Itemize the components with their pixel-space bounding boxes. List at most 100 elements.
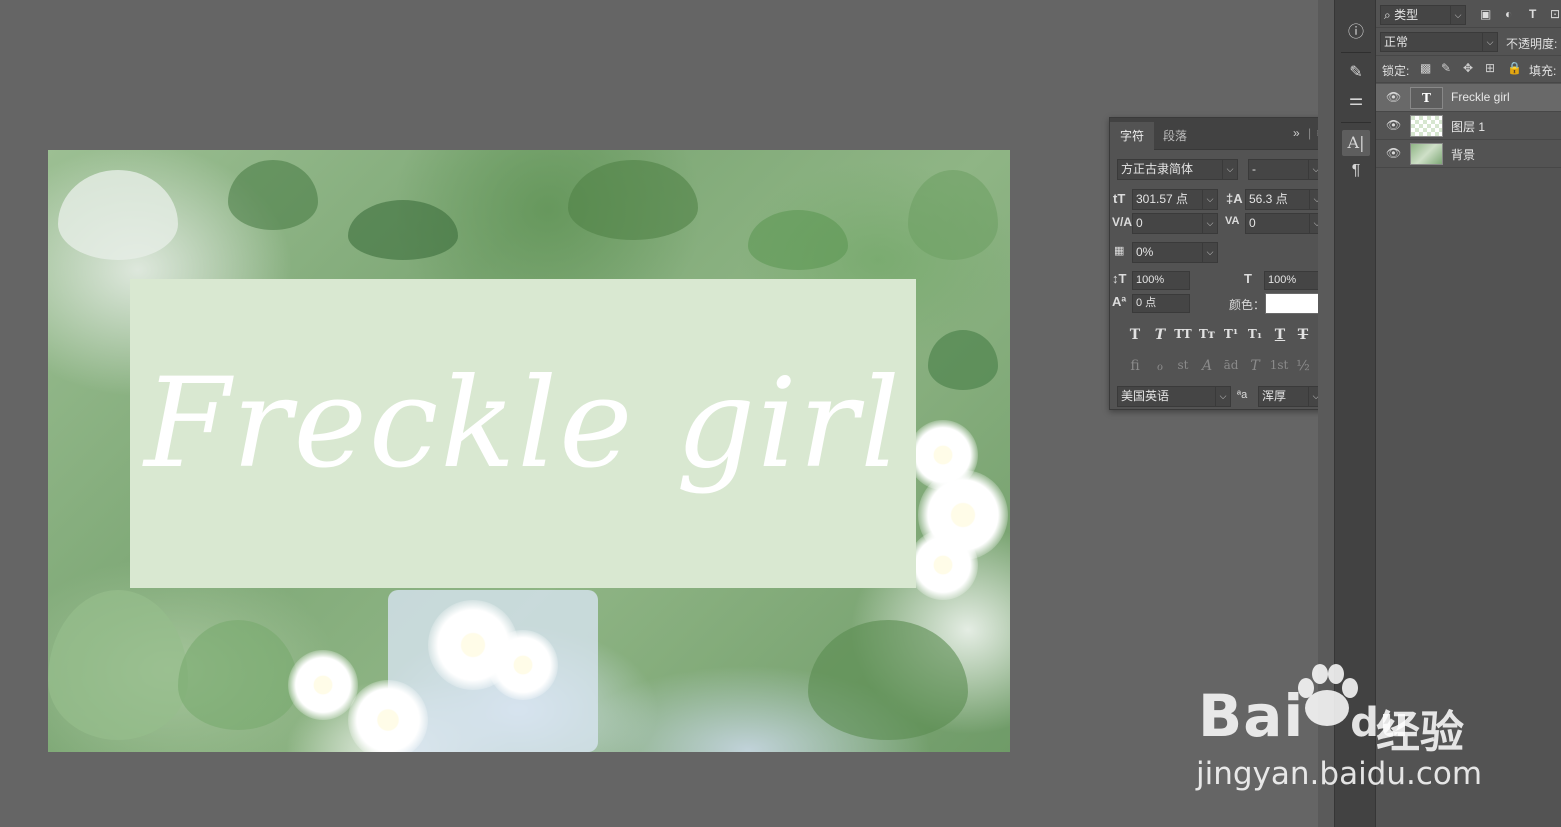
layer-name[interactable]: 背景 [1451, 146, 1475, 163]
leading-icon: ‡A [1226, 191, 1243, 206]
panel-tabbar: 字符 段落 » | ≡ [1110, 118, 1333, 150]
fractions-button[interactable]: ½ [1292, 358, 1314, 378]
tab-paragraph[interactable]: 段落 [1153, 122, 1197, 150]
background-layer-thumbnail [1410, 143, 1443, 165]
text-layer-thumbnail: T [1410, 87, 1443, 109]
swash-button[interactable]: A [1196, 358, 1218, 378]
baidu-watermark: Bai du 经验 jingyan.baidu.com [1196, 660, 1496, 800]
leaf-shape [228, 160, 318, 230]
tsume-icon: ▦ [1114, 245, 1125, 257]
text-color-swatch[interactable] [1265, 293, 1321, 314]
info-icon[interactable]: ⓘ [1342, 20, 1370, 46]
document-canvas[interactable]: Freckle girl [48, 150, 1010, 752]
underline-button[interactable]: T [1269, 327, 1291, 347]
paragraph-icon[interactable]: ¶ [1342, 158, 1370, 184]
contextual-alternates-button[interactable]: T [1244, 358, 1266, 378]
discretionary-ligatures-button[interactable]: ℴ [1149, 358, 1171, 378]
leading-value: 56.3 点 [1249, 192, 1288, 206]
dock-separator [1341, 52, 1371, 53]
leaf-shape [48, 590, 188, 740]
font-style-select[interactable]: - ⌵ [1248, 159, 1324, 180]
adjustments-icon[interactable]: ⚌ [1342, 88, 1370, 114]
language-value: 美国英语 [1121, 389, 1170, 403]
watermark-brand-cn: 经验 [1376, 708, 1464, 757]
font-family-value: 方正古隶简体 [1121, 162, 1194, 176]
tracking-field[interactable]: 0 ⌵ [1245, 213, 1325, 234]
font-size-field[interactable]: 301.57 点 ⌵ [1132, 189, 1218, 210]
baseline-shift-icon: Aª [1112, 294, 1127, 309]
search-icon: ⌕ [1384, 8, 1395, 22]
chevron-down-icon: ⌵ [1222, 160, 1237, 179]
visibility-eye-icon[interactable]: 👁 [1386, 146, 1401, 160]
kerning-field[interactable]: 0 ⌵ [1132, 213, 1218, 234]
layer-filter-select[interactable]: ⌕ 类型 ⌵ [1380, 5, 1466, 25]
baseline-shift-field[interactable]: 0 点 [1132, 294, 1190, 313]
ligatures-button[interactable]: fi [1124, 358, 1146, 378]
lock-position-icon[interactable]: ✥ [1463, 61, 1473, 75]
small-caps-button[interactable]: Tт [1196, 327, 1218, 347]
font-family-select[interactable]: 方正古隶简体 ⌵ [1117, 159, 1238, 180]
flower-shape [488, 630, 558, 700]
lock-artboard-icon[interactable]: ⊞ [1485, 61, 1495, 75]
vertical-scale-icon: ↕T [1112, 271, 1127, 286]
layer-row[interactable]: 👁 背景 [1376, 140, 1561, 168]
character-panel: 字符 段落 » | ≡ 方正古隶简体 ⌵ - ⌵ tT 301.57 点 ⌵ ‡… [1109, 117, 1334, 410]
layer-row[interactable]: 👁 T Freckle girl [1376, 84, 1561, 112]
color-label: 颜色： [1229, 298, 1266, 312]
tab-character[interactable]: 字符 [1110, 122, 1155, 150]
subscript-button[interactable]: T₁ [1244, 327, 1266, 347]
strikethrough-button[interactable]: T [1292, 327, 1314, 347]
faux-bold-button[interactable]: T [1124, 327, 1146, 347]
chevron-down-icon: ⌵ [1202, 214, 1217, 233]
canvas-text[interactable]: Freckle girl [130, 279, 916, 588]
leading-field[interactable]: 56.3 点 ⌵ [1245, 189, 1325, 210]
lock-transparency-icon[interactable]: ▩ [1420, 61, 1431, 75]
language-select[interactable]: 美国英语 ⌵ [1117, 386, 1231, 407]
lock-bar: 锁定: ▩ ✎ ✥ ⊞ 🔒 填充: [1376, 56, 1561, 83]
opacity-label: 不透明度: [1506, 37, 1558, 51]
chevron-down-icon: ⌵ [1482, 33, 1497, 51]
type-filter-icon[interactable]: T [1529, 7, 1536, 21]
lock-all-icon[interactable]: 🔒 [1507, 61, 1522, 75]
antialias-icon: ªa [1237, 389, 1248, 401]
leaf-shape [908, 170, 998, 260]
pixel-filter-icon[interactable]: ▣ [1480, 7, 1491, 21]
ordinals-button[interactable]: 1st [1268, 358, 1290, 378]
antialias-value: 浑厚 [1262, 389, 1287, 403]
superscript-button[interactable]: T¹ [1220, 327, 1242, 347]
layer-thumbnail [1410, 115, 1443, 137]
vertical-scale-field[interactable]: 100% [1132, 271, 1190, 290]
lock-pixels-icon[interactable]: ✎ [1441, 61, 1451, 75]
tsume-field[interactable]: 0% ⌵ [1132, 242, 1218, 263]
stylistic-alternates-button[interactable]: st [1172, 358, 1194, 378]
brush-settings-icon[interactable]: ✎ [1342, 60, 1370, 86]
all-caps-button[interactable]: TT [1172, 327, 1194, 347]
tracking-icon: VA [1225, 215, 1240, 227]
font-size-icon: tT [1113, 191, 1126, 206]
horizontal-scale-field[interactable]: 100% [1264, 271, 1320, 290]
blend-mode-value: 正常 [1384, 35, 1409, 49]
faux-italic-button[interactable]: T [1149, 327, 1171, 347]
visibility-eye-icon[interactable]: 👁 [1386, 118, 1401, 132]
chevron-down-icon: ⌵ [1202, 243, 1217, 262]
leaf-shape [178, 620, 298, 730]
dock-separator [1341, 122, 1371, 123]
antialias-select[interactable]: 浑厚 ⌵ [1258, 386, 1324, 407]
flower-shape [348, 680, 428, 752]
layer-name[interactable]: 图层 1 [1451, 118, 1485, 135]
shape-filter-icon[interactable]: ⊡ [1550, 7, 1560, 21]
flower-shape [288, 650, 358, 720]
watermark-url: jingyan.baidu.com [1196, 756, 1483, 792]
blend-mode-select[interactable]: 正常 ⌵ [1380, 32, 1498, 52]
visibility-eye-icon[interactable]: 👁 [1386, 90, 1401, 104]
layer-name[interactable]: Freckle girl [1451, 90, 1510, 104]
font-size-value: 301.57 点 [1136, 192, 1189, 206]
chevron-down-icon: ⌵ [1202, 190, 1217, 209]
font-style-value: - [1252, 162, 1256, 176]
layer-filter-value: 类型 [1394, 8, 1419, 22]
layer-row[interactable]: 👁 图层 1 [1376, 112, 1561, 140]
adjustment-filter-icon[interactable]: ◐ [1505, 7, 1512, 21]
collapse-panel-icon[interactable]: » [1293, 126, 1300, 140]
character-icon[interactable]: A| [1342, 130, 1370, 156]
titling-alternates-button[interactable]: ād [1220, 358, 1242, 378]
